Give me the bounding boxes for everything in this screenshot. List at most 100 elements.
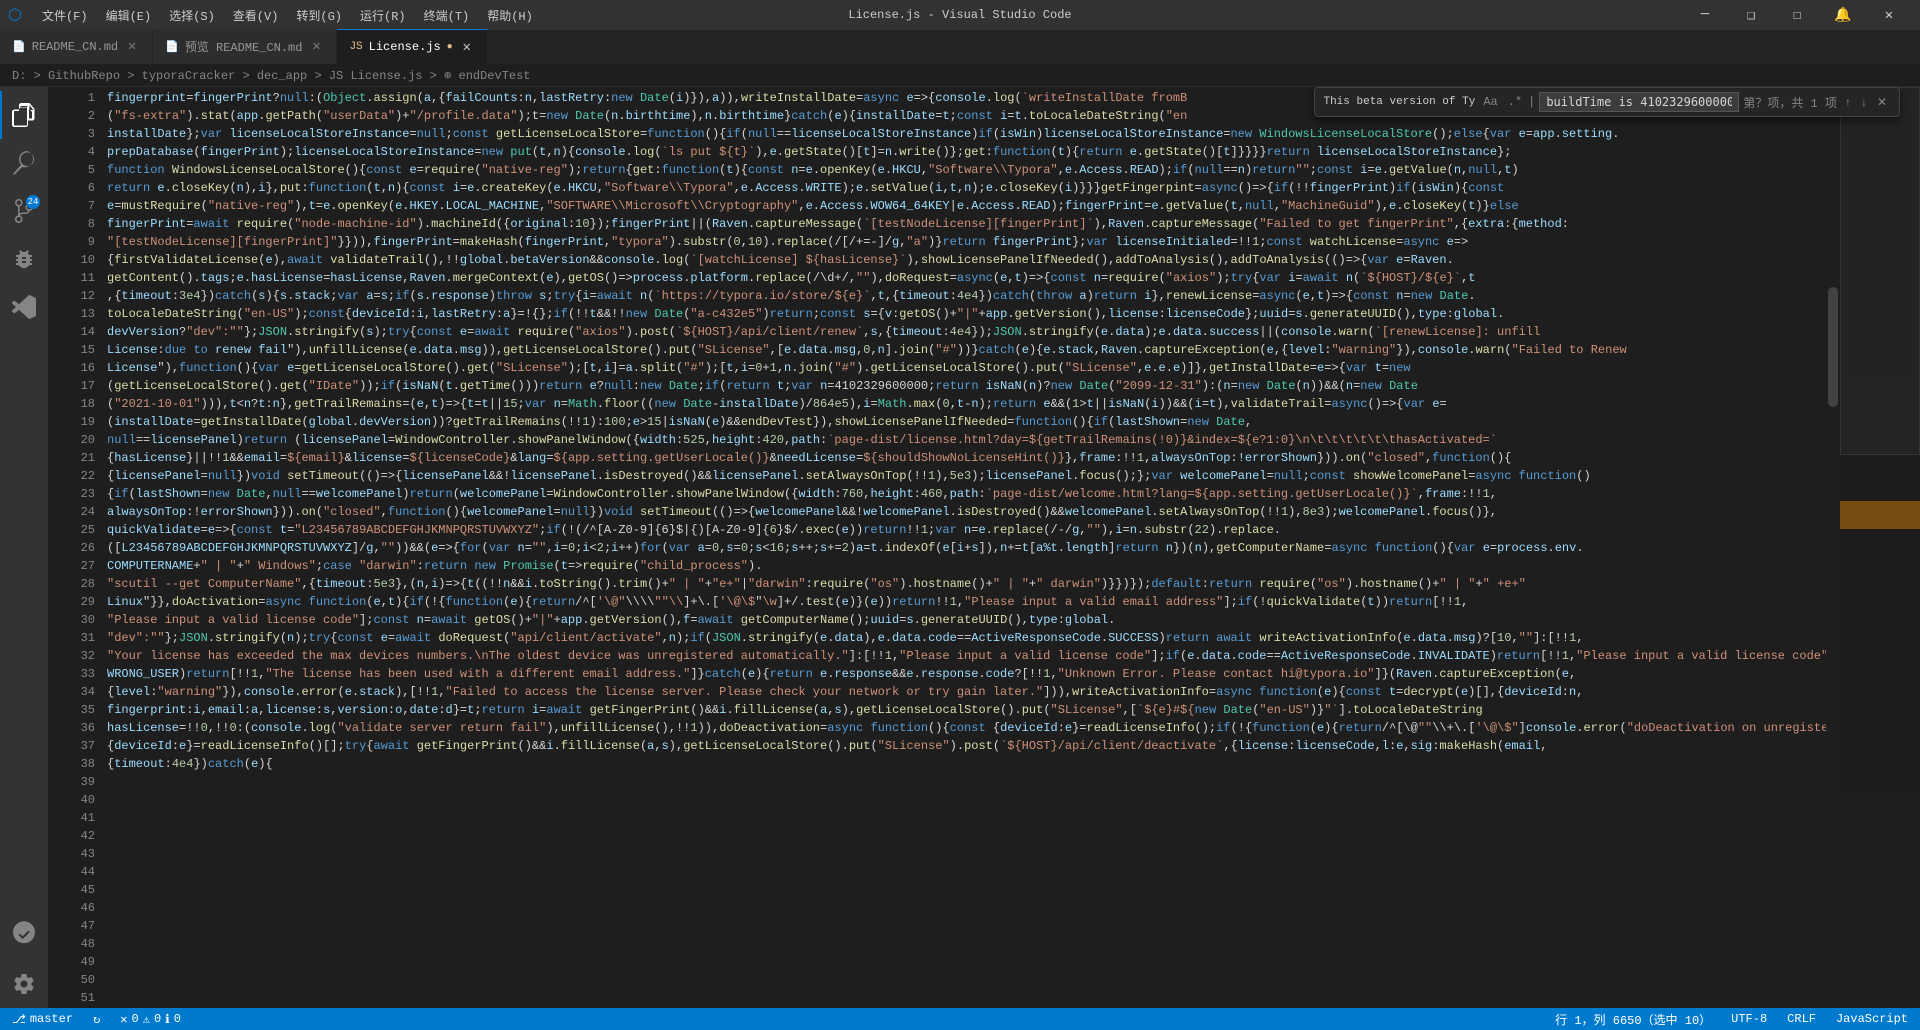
statusbar-errors[interactable]: ✕ 0 ⚠ 0 ℹ 0 (116, 1012, 185, 1027)
code-line-16: License"),function(){var e=getLicenseLoc… (103, 359, 1826, 377)
line-num: 39 (48, 773, 95, 791)
titlebar-controls: ─ ❑ ☐ 🔔 ✕ (1682, 0, 1912, 30)
line-num: 24 (48, 503, 95, 521)
line-num: 29 (48, 593, 95, 611)
activity-extensions[interactable] (0, 283, 48, 331)
statusbar-position[interactable]: 行 1，列 6650（选中 10） (1551, 1011, 1715, 1028)
code-line-3: installDate};var licenseLocalStoreInstan… (103, 125, 1826, 143)
find-input[interactable] (1539, 92, 1739, 112)
find-options: Aa (1483, 95, 1497, 109)
info-count: 0 (174, 1012, 181, 1026)
menu-goto[interactable]: 转到(G) (288, 3, 350, 28)
code-line-18: ("2021-10-01"))),t<n?t:n},getTrailRemain… (103, 395, 1826, 413)
line-num: 5 (48, 161, 95, 179)
code-line-23: {if(lastShown=new Date,null==welcomePane… (103, 485, 1826, 503)
layout-button[interactable]: ☐ (1774, 0, 1820, 30)
statusbar-language[interactable]: JavaScript (1832, 1012, 1912, 1026)
activity-debug[interactable] (0, 235, 48, 283)
code-container: 1 2 3 4 5 6 7 8 9 10 11 12 13 14 15 16 1… (48, 87, 1920, 1008)
line-num: 46 (48, 899, 95, 917)
line-num: 2 (48, 107, 95, 125)
line-num: 11 (48, 269, 95, 287)
minimize-button[interactable]: ─ (1682, 0, 1728, 30)
menu-selection[interactable]: 选择(S) (161, 3, 223, 28)
language-label: JavaScript (1836, 1012, 1908, 1026)
code-line-30: "Please input a valid license code"];con… (103, 611, 1826, 629)
titlebar-menu: 文件(F) 编辑(E) 选择(S) 查看(V) 转到(G) 运行(R) 终端(T… (34, 3, 541, 28)
editor-area: This beta version of Ty Aa .* | 第？项，共 1 … (48, 87, 1920, 1008)
activity-search[interactable] (0, 139, 48, 187)
line-num: 42 (48, 827, 95, 845)
line-num: 47 (48, 917, 95, 935)
statusbar-git-branch[interactable]: ⎇ master (8, 1012, 77, 1027)
line-num: 38 (48, 755, 95, 773)
tab-preview[interactable]: 📄 预览 README_CN.md ✕ (153, 29, 337, 64)
line-num: 12 (48, 287, 95, 305)
cursor-position: 行 1，列 6650（选中 10） (1555, 1011, 1711, 1028)
line-num: 10 (48, 251, 95, 269)
restore-button[interactable]: ❑ (1728, 0, 1774, 30)
close-button[interactable]: ✕ (1866, 0, 1912, 30)
find-close-button[interactable]: ✕ (1873, 93, 1891, 111)
statusbar-encoding[interactable]: UTF-8 (1727, 1012, 1771, 1026)
code-line-13: toLocaleDateString("en-US");const{device… (103, 305, 1826, 323)
code-line-29: Linux"}},doActivation=async function(e,t… (103, 593, 1826, 611)
tab-icon-license: JS (349, 41, 362, 53)
menu-help[interactable]: 帮助(H) (479, 3, 541, 28)
code-line-37: {deviceId:e}=readLicenseInfo()[];try{awa… (103, 737, 1826, 755)
vertical-scrollbar[interactable] (1826, 87, 1840, 1008)
menu-run[interactable]: 运行(R) (352, 3, 414, 28)
line-num: 41 (48, 809, 95, 827)
line-num: 40 (48, 791, 95, 809)
line-num: 50 (48, 971, 95, 989)
line-num: 1 (48, 89, 95, 107)
activity-explorer[interactable] (0, 91, 48, 139)
activity-bar: 24 (0, 87, 48, 1008)
statusbar-right: 行 1，列 6650（选中 10） UTF-8 CRLF JavaScript (1551, 1011, 1912, 1028)
activity-settings[interactable] (0, 960, 48, 1008)
vscode-icon: ⬡ (8, 5, 22, 25)
find-widget-label: This beta version of Ty (1323, 96, 1475, 108)
find-count: 第？项，共 1 项 (1743, 94, 1837, 111)
breadcrumb: D: > GithubRepo > typoraCracker > dec_ap… (0, 65, 1920, 87)
git-branch-name: master (30, 1012, 73, 1026)
code-line-4: prepDatabase(fingerPrint);licenseLocalSt… (103, 143, 1826, 161)
statusbar-sync[interactable]: ↻ (89, 1012, 104, 1027)
tab-readme[interactable]: 📄 README_CN.md ✕ (0, 29, 153, 64)
find-prev-button[interactable]: ↑ (1841, 93, 1855, 111)
code-content[interactable]: fingerprint=fingerPrint?null:(Object.ass… (103, 87, 1826, 1008)
encoding-label: UTF-8 (1731, 1012, 1767, 1026)
menu-terminal[interactable]: 终端(T) (416, 3, 478, 28)
tab-icon-preview: 📄 (165, 40, 179, 54)
code-line-35: fingerprint:i,email:a,license:s,version:… (103, 701, 1826, 719)
activity-source-control[interactable]: 24 (0, 187, 48, 235)
statusbar-line-ending[interactable]: CRLF (1783, 1012, 1820, 1026)
find-regex-btn[interactable]: .* (1508, 95, 1522, 109)
code-line-22: {licensePanel=null})void setTimeout(()=>… (103, 467, 1826, 485)
menu-view[interactable]: 查看(V) (225, 3, 287, 28)
tabbar: 📄 README_CN.md ✕ 📄 预览 README_CN.md ✕ JS … (0, 30, 1920, 65)
line-num: 18 (48, 395, 95, 413)
scrollbar-thumb[interactable] (1828, 287, 1838, 407)
code-line-24: alwaysOnTop:!errorShown})).on("closed",f… (103, 503, 1826, 521)
notification-button[interactable]: 🔔 (1820, 0, 1866, 30)
tab-license[interactable]: JS License.js ● ✕ (337, 29, 487, 64)
line-numbers: 1 2 3 4 5 6 7 8 9 10 11 12 13 14 15 16 1… (48, 87, 103, 1008)
find-next-button[interactable]: ↓ (1857, 93, 1871, 111)
line-num: 8 (48, 215, 95, 233)
tab-close-readme[interactable]: ✕ (124, 39, 140, 55)
line-num: 32 (48, 647, 95, 665)
tab-close-preview[interactable]: ✕ (308, 39, 324, 55)
line-num: 23 (48, 485, 95, 503)
menu-edit[interactable]: 编辑(E) (98, 3, 160, 28)
source-control-badge: 24 (26, 195, 40, 209)
line-num: 45 (48, 881, 95, 899)
activity-remote[interactable] (0, 912, 48, 960)
code-line-33: WRONG_USER)return[!!1,"The license has b… (103, 665, 1826, 683)
line-num: 35 (48, 701, 95, 719)
tab-close-license[interactable]: ✕ (459, 39, 475, 55)
statusbar-left: ⎇ master ↻ ✕ 0 ⚠ 0 ℹ 0 (8, 1012, 185, 1027)
code-line-36: hasLicense=!!0,!!0:(console.log("validat… (103, 719, 1826, 737)
menu-file[interactable]: 文件(F) (34, 3, 96, 28)
code-line-12: ,{timeout:3e4})catch(s){s.stack;var a=s;… (103, 287, 1826, 305)
